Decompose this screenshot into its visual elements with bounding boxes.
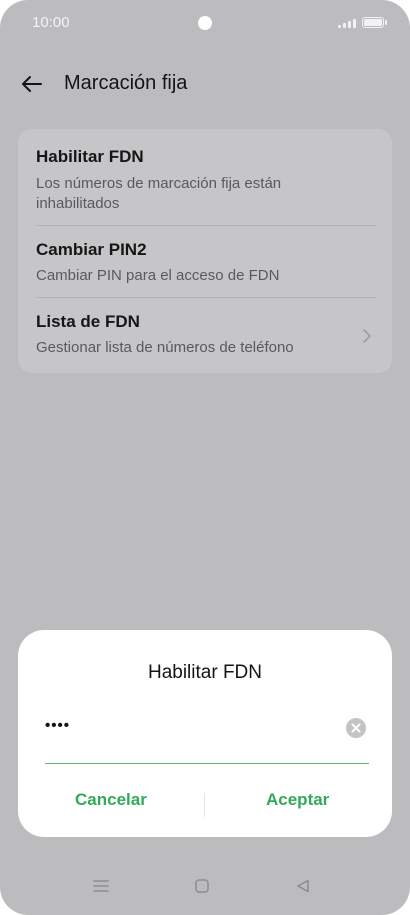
screen: 10:00 Marcación fija Habilitar FDN Los n… [0, 0, 410, 915]
settings-item-enable-fdn[interactable]: Habilitar FDN Los números de marcación f… [18, 129, 392, 225]
item-subtitle: Cambiar PIN para el acceso de FDN [36, 267, 280, 284]
enable-fdn-dialog: Habilitar FDN •••• Cancelar Aceptar [18, 630, 392, 837]
home-square-icon[interactable] [194, 878, 210, 894]
input-underline [45, 763, 369, 764]
settings-card: Habilitar FDN Los números de marcación f… [18, 129, 392, 373]
camera-cutout [198, 16, 212, 30]
signal-icon [338, 18, 356, 28]
button-separator [204, 793, 205, 817]
status-icons [338, 17, 387, 28]
pin2-value: •••• [45, 717, 71, 734]
clear-circle-icon [351, 723, 361, 733]
menu-icon[interactable] [92, 878, 110, 894]
back-triangle-icon[interactable] [295, 878, 311, 894]
chevron-right-icon [363, 329, 371, 343]
item-title: Habilitar FDN [36, 147, 144, 166]
pin2-input[interactable] [45, 710, 369, 744]
arrow-left-icon [22, 76, 42, 92]
item-title: Lista de FDN [36, 312, 140, 331]
accept-button[interactable]: Aceptar [266, 790, 329, 810]
clear-input-button[interactable] [346, 718, 366, 738]
item-subtitle: Los números de marcación fija están inha… [36, 175, 282, 212]
cancel-button[interactable]: Cancelar [75, 790, 147, 810]
status-time: 10:00 [32, 14, 70, 31]
battery-icon [362, 17, 387, 28]
item-title: Cambiar PIN2 [36, 240, 147, 259]
settings-item-change-pin2[interactable]: Cambiar PIN2 Cambiar PIN para el acceso … [18, 226, 392, 297]
item-subtitle: Gestionar lista de números de teléfono [36, 339, 294, 356]
page-title: Marcación fija [64, 72, 188, 94]
back-button[interactable] [18, 70, 46, 98]
dialog-title: Habilitar FDN [147, 662, 263, 683]
settings-item-fdn-list[interactable]: Lista de FDN Gestionar lista de números … [18, 298, 392, 373]
